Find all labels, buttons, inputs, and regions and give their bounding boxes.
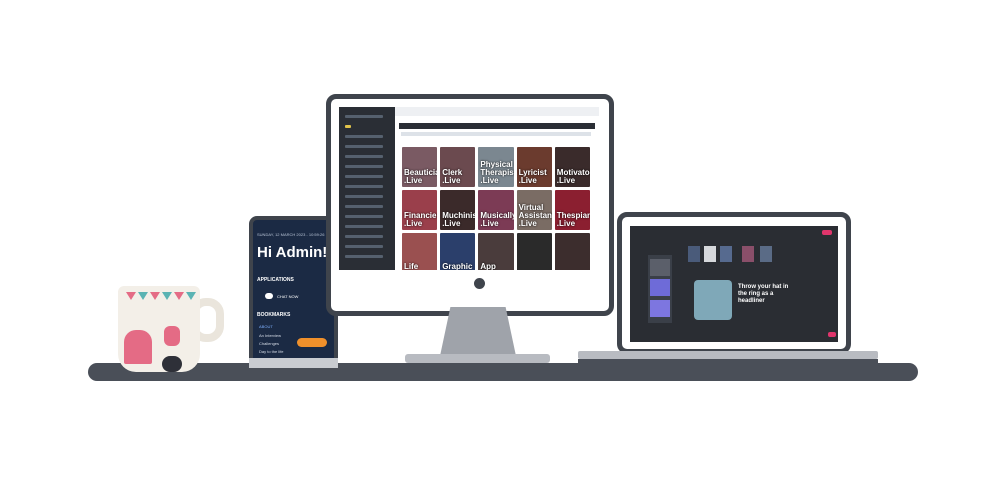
media-tile-label: Graphic [442,262,473,271]
folder-tabs[interactable] [401,132,591,136]
sidebar-item[interactable] [345,205,383,208]
sidebar-item[interactable] [345,115,383,118]
media-tile-label: Muchinist .Live [442,211,476,228]
media-tile-label: Motivators .Live [556,168,590,185]
media-tile[interactable]: Motivators .Live [554,147,590,187]
sidebar-item[interactable] [345,255,383,258]
media-tile[interactable]: Muchinist .Live [440,190,476,230]
profile-photo [694,280,732,320]
laptop-keyboard-base [578,351,878,359]
address-bar[interactable] [399,123,595,129]
monitor-power-dot [474,278,485,289]
sidebar-item[interactable] [345,245,383,248]
media-tile-label: Virtual Assistants .Live [518,203,552,228]
bookmark-link[interactable]: Challenges [259,341,279,346]
bookmark-link[interactable]: Day to the life [259,349,283,354]
sidebar-item[interactable] [345,235,383,238]
bunting-flag [162,292,172,300]
sidebar-item[interactable] [345,175,383,178]
media-tile[interactable]: Virtual Assistants .Live [516,190,552,230]
chat-icon[interactable] [265,293,273,299]
media-tile[interactable]: App [478,233,514,271]
media-tile-label: Clerk .Live [442,168,463,185]
sidebar-item[interactable] [345,195,383,198]
decorative-mug [118,286,200,372]
media-tile-label: Thespian .Live [556,211,590,228]
laptop-screen: Throw your hat in the ring as a headline… [630,226,838,342]
monitor-base [405,354,550,363]
media-tile-label: Physical Therapist .Live [480,160,514,185]
site-navbar [630,226,838,236]
file-sidebar [339,107,395,270]
bookmarks-heading: BOOKMARKS [257,312,291,318]
media-tile[interactable] [516,233,552,270]
sidebar-item[interactable] [345,185,383,188]
media-tile[interactable]: Financier .Live [402,190,438,230]
bunting-flag [174,292,184,300]
bookmark-link[interactable]: An Interview [259,333,281,338]
media-tile[interactable]: Beauticians .Live [402,147,438,187]
palette-swatch[interactable] [650,259,670,276]
file-browser-main: Beauticians .Live Clerk .Live Physical The… [395,107,599,270]
desk-surface [88,363,918,381]
media-tile[interactable]: Lyricist .Live [516,147,552,187]
media-tile[interactable]: Graphic [440,233,476,271]
media-tile-label: App [480,262,496,271]
media-tile-label: Beauticians .Live [404,168,437,185]
sidebar-item[interactable] [345,215,383,218]
nav-cta-button[interactable] [822,230,832,235]
bunting-flag [186,292,196,300]
chat-now-link[interactable]: CHAT NOW [277,294,298,299]
phone-action-button[interactable] [297,338,327,347]
media-tile-label: Life [404,262,419,271]
media-tile-label: Lyricist .Live [518,168,547,185]
floating-action-button[interactable] [828,332,836,337]
bunting-flag [126,292,136,300]
media-tile[interactable]: Thespian .Live [554,190,590,230]
phone-date: SUNDAY, 12 MARCH 2023 - 10:59:26 [257,232,325,237]
applications-heading: APPLICATIONS [257,277,294,283]
media-tile[interactable]: Life [402,233,438,271]
profile-thumbnail[interactable] [688,246,700,262]
monitor-screen: Beauticians .Live Clerk .Live Physical The… [339,107,599,270]
image-grid: Beauticians .Live Clerk .Live Physical The… [402,147,590,271]
sidebar-item[interactable] [345,165,383,168]
media-tile-label: Musically .Live [480,211,514,228]
phone-greeting: Hi Admin! [257,244,328,261]
laptop-base-shadow [578,359,878,364]
window-titlebar [395,107,599,116]
media-tile[interactable] [554,233,590,270]
mug-door-illustration [124,330,152,364]
sidebar-item[interactable] [345,145,383,148]
profile-thumbnail[interactable] [760,246,772,262]
sidebar-item[interactable] [345,135,383,138]
profile-thumbnail[interactable] [704,246,716,262]
bunting-flag [150,292,160,300]
profile-thumbnail[interactable] [742,246,754,262]
sidebar-item[interactable] [345,155,383,158]
mug-camera-illustration [162,356,182,372]
sidebar-item[interactable] [345,225,383,228]
laptop-headline: Throw your hat in the ring as a headline… [738,284,789,304]
palette-swatch[interactable] [650,300,670,317]
media-tile[interactable]: Physical Therapist .Live [478,147,514,187]
folder-icon [345,125,351,128]
media-tile[interactable]: Musically .Live [478,190,514,230]
phone-device: SUNDAY, 12 MARCH 2023 - 10:59:26 Hi Admi… [249,216,338,368]
bunting-flag [138,292,148,300]
palette-swatch[interactable] [650,279,670,296]
media-tile-label: Financier .Live [404,211,438,228]
profile-thumbnail[interactable] [720,246,732,262]
mug-window-illustration [164,326,180,346]
phone-bottom-bezel [249,358,338,368]
media-tile[interactable]: Clerk .Live [440,147,476,187]
bookmark-link[interactable]: ABOUT [259,324,273,329]
